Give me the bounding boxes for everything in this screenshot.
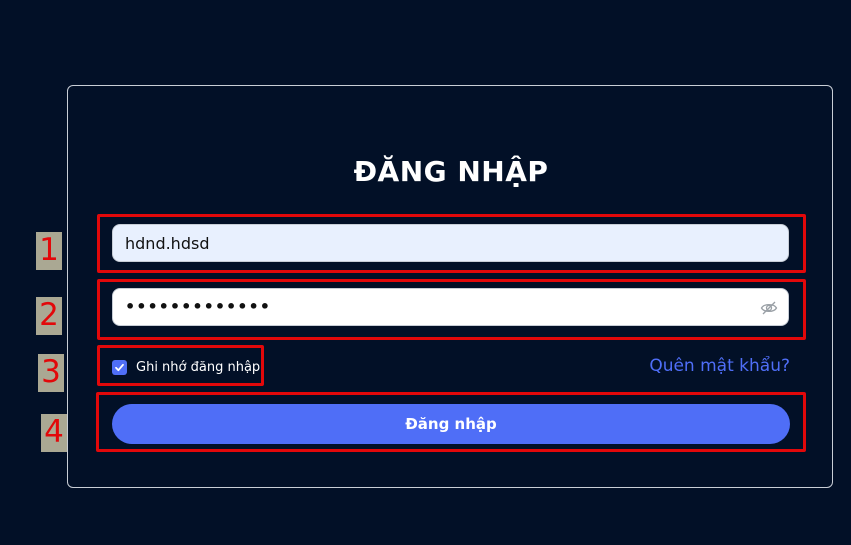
- marker-3: 3: [38, 354, 64, 392]
- marker-2: 2: [36, 297, 62, 335]
- marker-4: 4: [41, 414, 67, 452]
- highlight-box-3: [97, 345, 264, 386]
- highlight-box-2: [97, 279, 806, 340]
- page-title: ĐĂNG NHẬP: [353, 155, 549, 188]
- marker-1: 1: [36, 232, 62, 270]
- highlight-box-1: [97, 214, 806, 273]
- forgot-password-link[interactable]: Quên mật khẩu?: [649, 356, 790, 376]
- highlight-box-4: [96, 392, 806, 452]
